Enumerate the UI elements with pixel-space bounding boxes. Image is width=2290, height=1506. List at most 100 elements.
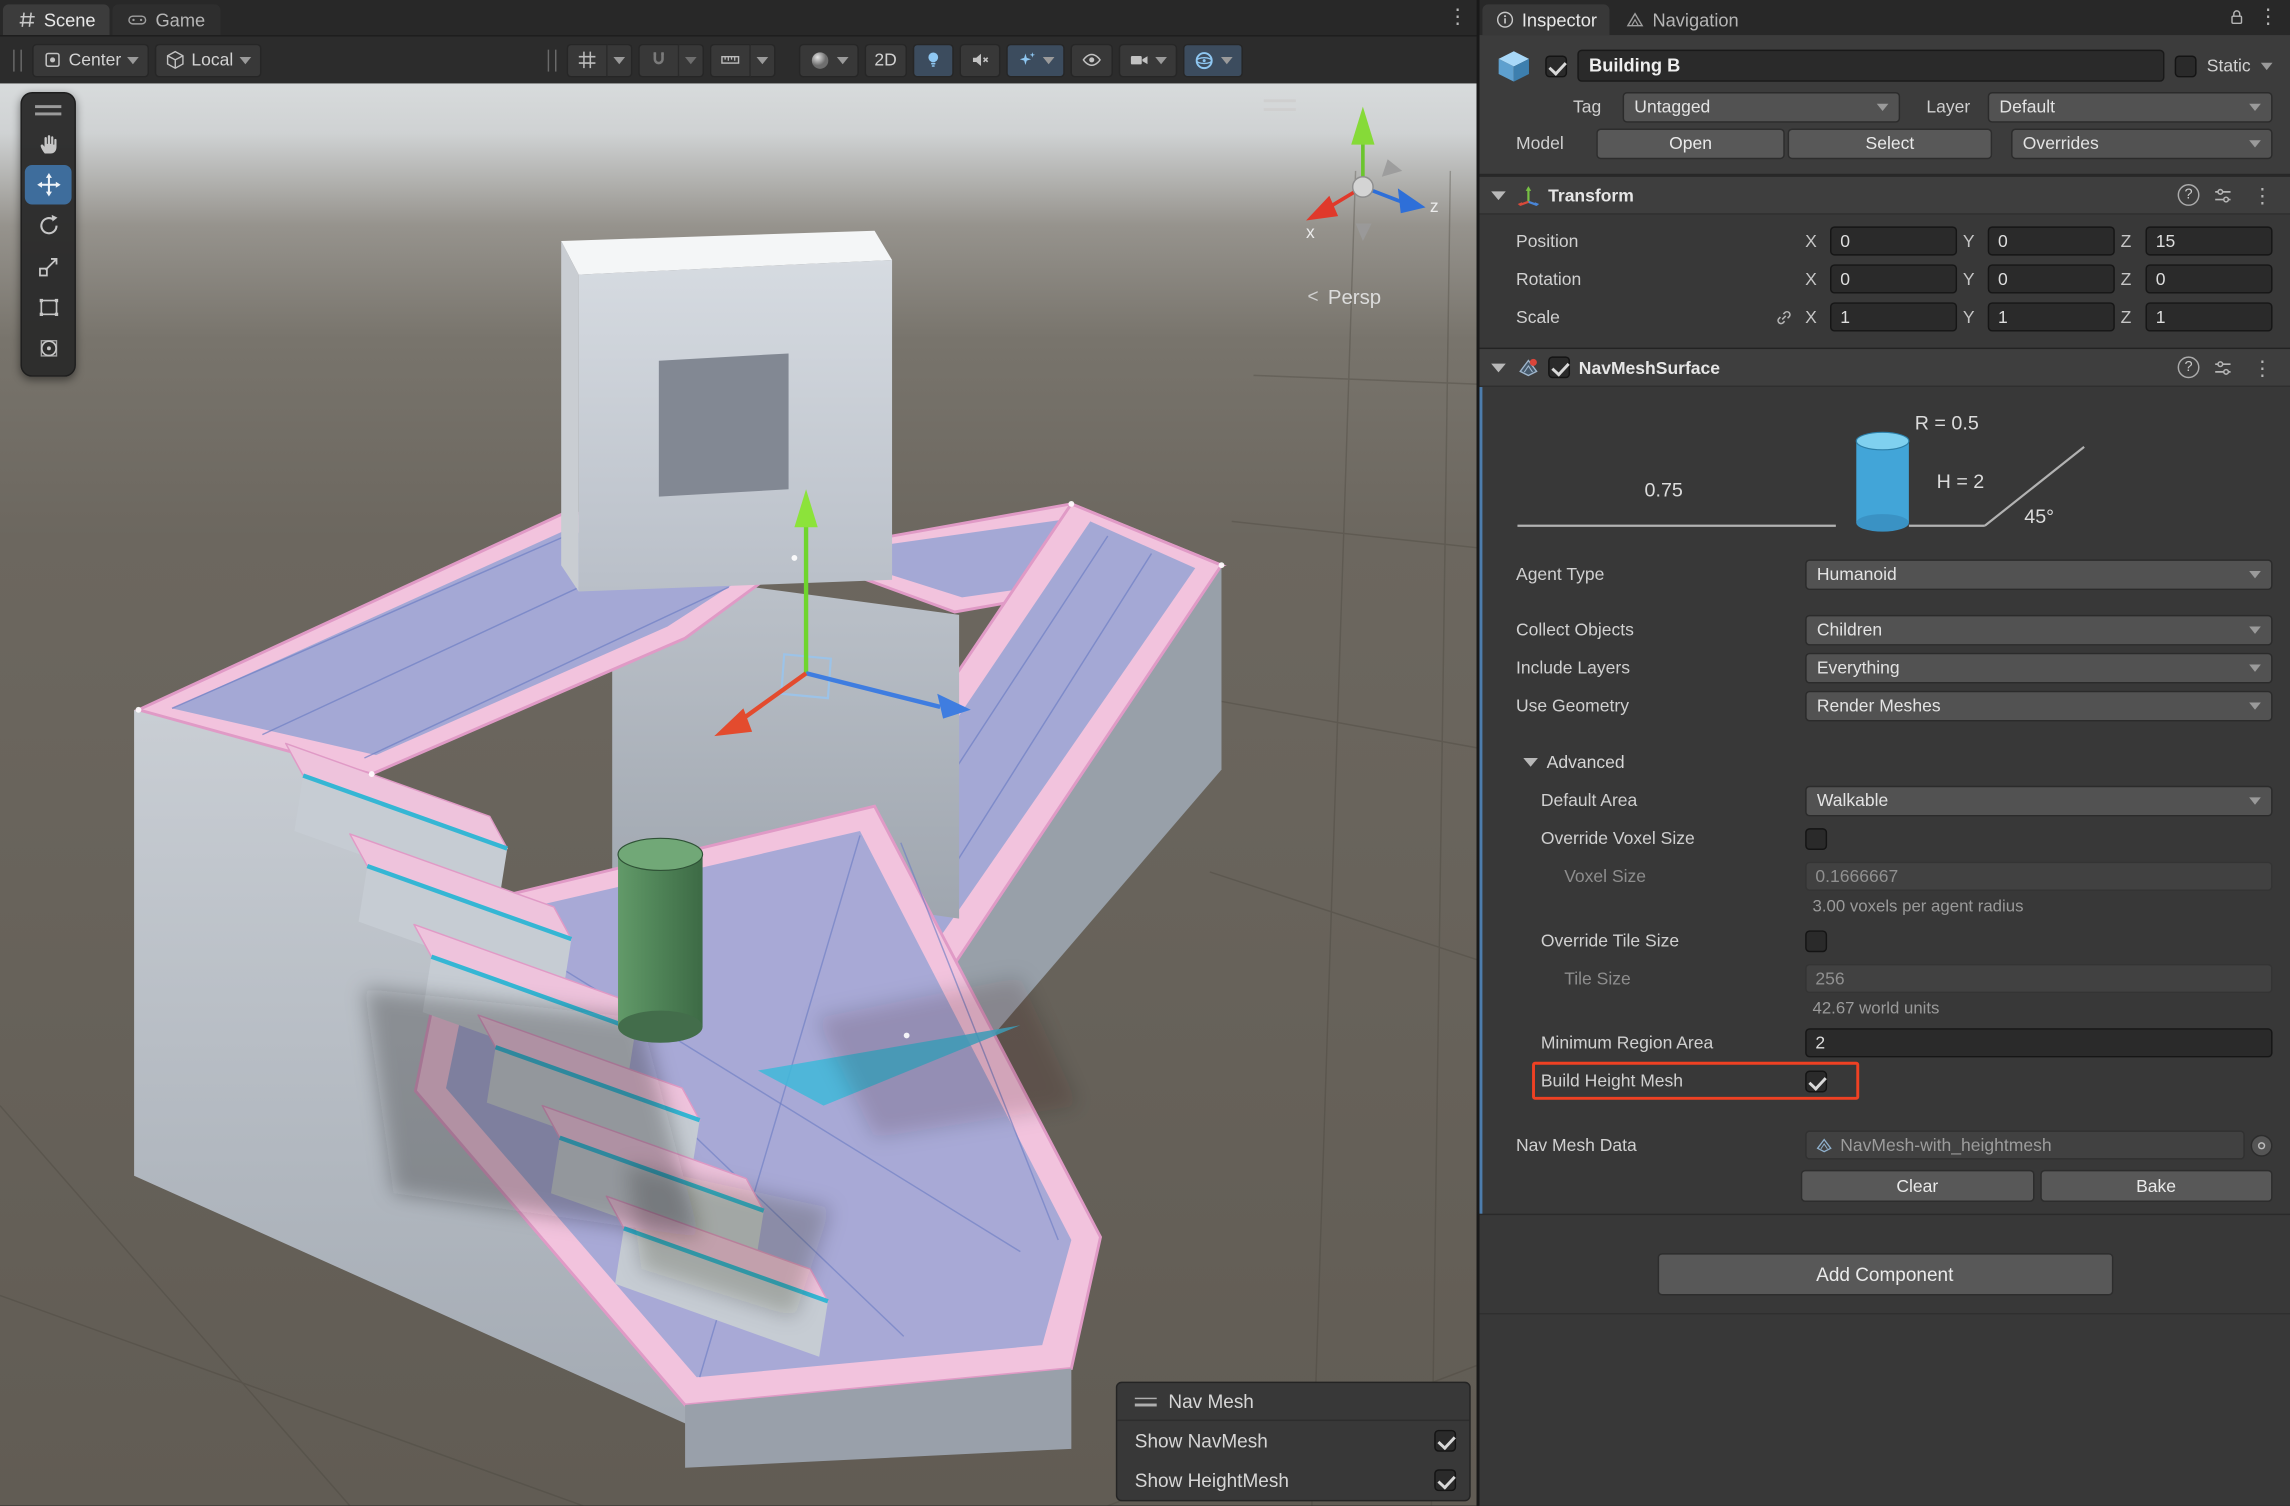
gameobject-name-field[interactable]: Building B (1577, 50, 2164, 82)
scene-viewport[interactable]: x z < Persp (0, 83, 1477, 1506)
position-z-field[interactable]: 15 (2145, 226, 2272, 255)
rotate-tool[interactable] (25, 206, 72, 245)
default-area-value: Walkable (1817, 790, 1888, 810)
transform-foldout-icon[interactable] (1491, 191, 1506, 200)
layer-dropdown[interactable]: Default (1988, 91, 2273, 122)
nav-mesh-data-field[interactable]: NavMesh-with_heightmesh (1805, 1130, 2245, 1159)
tag-value: Untagged (1634, 96, 1710, 116)
grid-options-caret-button[interactable] (607, 43, 632, 77)
object-picker-icon[interactable] (2251, 1134, 2273, 1156)
measure-caret-button[interactable] (750, 43, 775, 77)
view-hand-tool[interactable] (25, 124, 72, 163)
override-voxel-checkbox[interactable] (1805, 827, 1827, 849)
scene-menu-kebab-icon[interactable]: ⋮ (1442, 6, 1474, 26)
static-flags-caret-icon[interactable] (2261, 62, 2273, 69)
measure-tool-button[interactable] (709, 43, 750, 77)
tool-handle-rotation-button[interactable]: Local (155, 43, 261, 77)
scale-tool[interactable] (25, 247, 72, 286)
draw-mode-button[interactable] (798, 43, 858, 77)
collect-objects-dropdown[interactable]: Children (1805, 614, 2272, 645)
scale-x-field[interactable]: 1 (1830, 302, 1957, 331)
navmeshsurface-help-icon[interactable]: ? (2178, 356, 2200, 378)
persp-label[interactable]: Persp (1328, 287, 1381, 309)
lock-icon[interactable] (2227, 7, 2246, 26)
advanced-foldout[interactable]: Advanced (1479, 742, 2290, 781)
navmeshsurface-presets-icon[interactable] (2213, 357, 2233, 377)
snap-toggle-button[interactable] (638, 43, 679, 77)
camera-settings-button[interactable] (1119, 43, 1177, 77)
gizmos-toggle-button[interactable] (1183, 43, 1243, 77)
collect-objects-label: Collect Objects (1516, 619, 1805, 639)
use-geometry-dropdown[interactable]: Render Meshes (1805, 690, 2272, 721)
grid-visibility-button[interactable] (566, 43, 607, 77)
axis-x-label[interactable]: x (1306, 222, 1315, 242)
static-checkbox[interactable] (2175, 55, 2197, 77)
min-region-label: Minimum Region Area (1541, 1033, 1805, 1053)
snap-options-caret-button[interactable] (679, 43, 704, 77)
override-tile-checkbox[interactable] (1805, 930, 1827, 952)
unity-editor: Scene Game ⋮ Center (0, 0, 2290, 1506)
overrides-dropdown[interactable]: Overrides (2011, 128, 2272, 159)
scene-3d-render[interactable]: x z < Persp (0, 83, 1477, 1506)
toolbar-drag-handle-2[interactable] (547, 49, 556, 71)
position-y-field[interactable]: 0 (1988, 226, 2115, 255)
navmeshsurface-foldout-icon[interactable] (1491, 363, 1506, 372)
effects-toggle-button[interactable] (1006, 43, 1064, 77)
tab-game[interactable]: Game (113, 4, 220, 35)
position-x-field[interactable]: 0 (1830, 226, 1957, 255)
move-tool[interactable] (25, 165, 72, 204)
scale-y-field[interactable]: 1 (1988, 302, 2115, 331)
model-select-button[interactable]: Select (1788, 128, 1992, 159)
scene-visibility-button[interactable] (1071, 43, 1113, 77)
rotation-x-field[interactable]: 0 (1830, 264, 1957, 293)
static-label: Static (2207, 55, 2251, 75)
include-layers-dropdown[interactable]: Everything (1805, 652, 2272, 683)
rotation-z-field[interactable]: 0 (2145, 264, 2272, 293)
tab-inspector[interactable]: Inspector (1482, 4, 1610, 35)
select-button-label: Select (1866, 133, 1915, 153)
advanced-foldout-icon (1523, 757, 1538, 766)
agent-type-dropdown[interactable]: Humanoid (1805, 559, 2272, 590)
tool-handle-position-button[interactable]: Center (32, 43, 149, 77)
transform-header[interactable]: Transform ? ⋮ (1479, 175, 2290, 214)
transform-kebab-icon[interactable]: ⋮ (2246, 185, 2278, 205)
axis-z-label[interactable]: z (1430, 196, 1439, 216)
navmeshsurface-enabled-checkbox[interactable] (1548, 356, 1570, 378)
transform-presets-icon[interactable] (2213, 185, 2233, 205)
rotation-label: Rotation (1516, 269, 1805, 289)
tab-navigation[interactable]: Navigation (1613, 4, 1752, 35)
scale-z-field[interactable]: 1 (2145, 302, 2272, 331)
navmeshsurface-header[interactable]: NavMeshSurface ? ⋮ (1479, 348, 2290, 387)
orientation-caret-icon (239, 56, 251, 63)
tower-structure[interactable] (561, 231, 892, 592)
tag-dropdown[interactable]: Untagged (1623, 91, 1900, 122)
rect-tool[interactable] (25, 288, 72, 327)
transform-tool[interactable] (25, 329, 72, 368)
inspector-menu-kebab-icon[interactable]: ⋮ (2252, 6, 2284, 26)
build-height-mesh-checkbox[interactable] (1805, 1070, 1827, 1092)
tile-size-label: Tile Size (1564, 968, 1805, 988)
tab-scene[interactable]: Scene (3, 4, 110, 35)
min-region-field[interactable]: 2 (1805, 1028, 2272, 1057)
persp-arrow-icon[interactable]: < (1307, 286, 1318, 307)
toolbar-drag-handle[interactable] (13, 49, 22, 71)
use-geometry-row: Use Geometry Render Meshes (1479, 686, 2290, 724)
add-component-button[interactable]: Add Component (1657, 1253, 2113, 1295)
show-heightmesh-checkbox[interactable] (1434, 1469, 1456, 1491)
default-area-dropdown[interactable]: Walkable (1805, 785, 2272, 816)
audio-toggle-button[interactable] (960, 43, 1001, 77)
clear-button[interactable]: Clear (1801, 1170, 2034, 1202)
lighting-toggle-button[interactable] (913, 43, 954, 77)
gameobject-enabled-checkbox[interactable] (1545, 55, 1567, 77)
scale-link-icon[interactable] (1775, 307, 1794, 326)
rotation-y-field[interactable]: 0 (1988, 264, 2115, 293)
toolstrip-drag-handle[interactable] (25, 96, 72, 122)
navmeshsurface-kebab-icon[interactable]: ⋮ (2246, 357, 2278, 377)
transform-help-icon[interactable]: ? (2178, 184, 2200, 206)
model-open-button[interactable]: Open (1596, 128, 1784, 159)
bake-button[interactable]: Bake (2040, 1170, 2273, 1202)
show-navmesh-checkbox[interactable] (1434, 1430, 1456, 1452)
nav-mesh-overlay-header[interactable]: Nav Mesh (1117, 1383, 1469, 1421)
cylinder-obstacle[interactable] (618, 838, 703, 1042)
2d-toggle-button[interactable]: 2D (864, 43, 907, 77)
